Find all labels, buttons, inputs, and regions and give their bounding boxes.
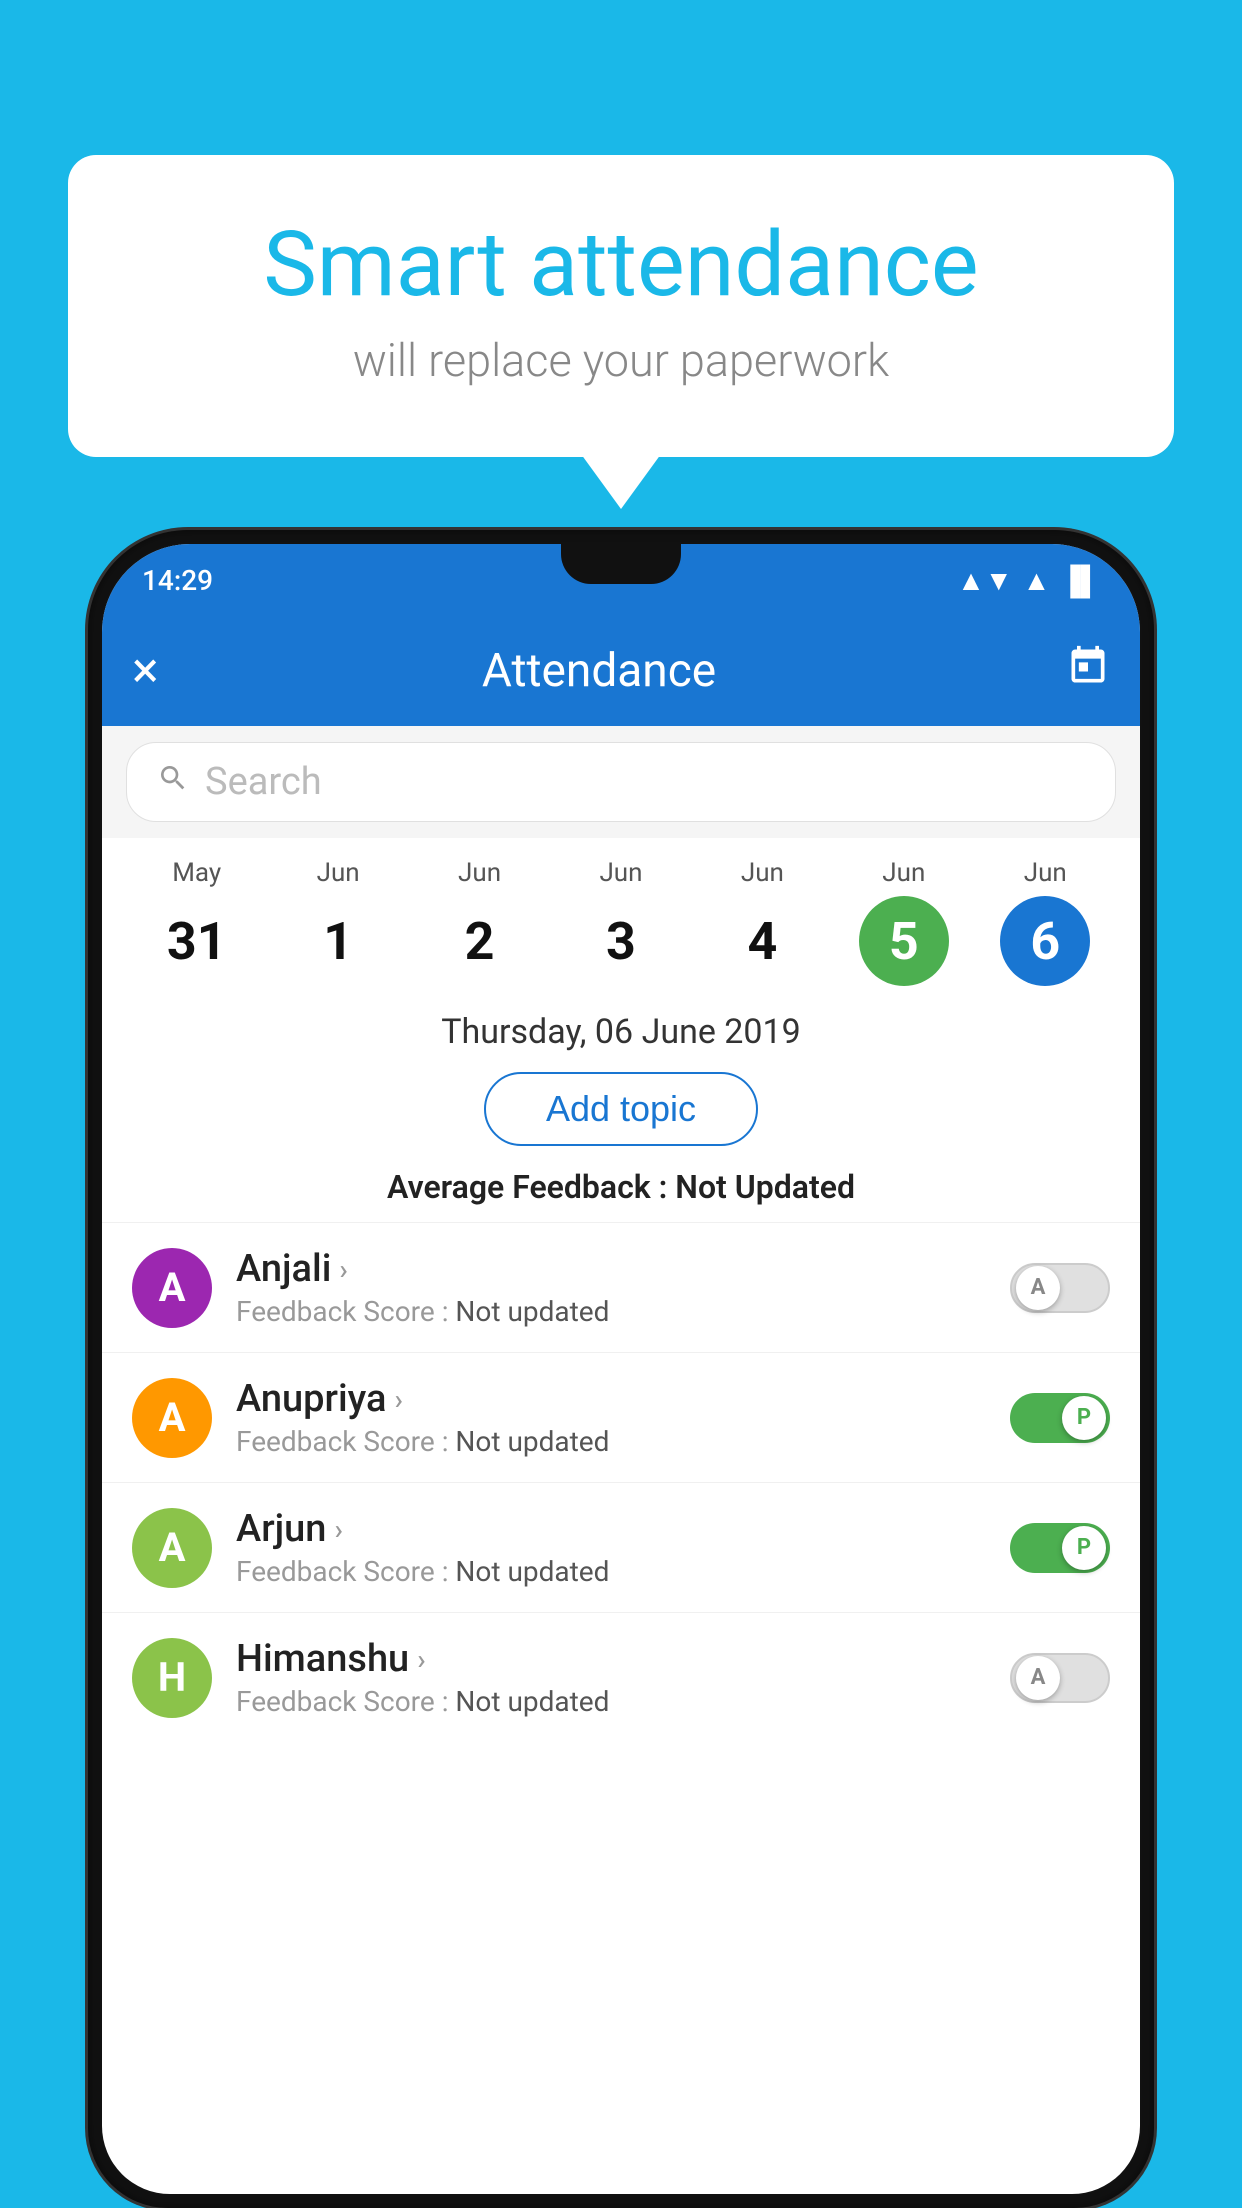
- student-name: Himanshu ›: [236, 1637, 986, 1681]
- add-topic-button[interactable]: Add topic: [484, 1072, 758, 1146]
- day-number-3: 3: [576, 896, 666, 986]
- student-info: Anupriya › Feedback Score : Not updated: [236, 1377, 986, 1458]
- search-input[interactable]: Search: [126, 742, 1116, 822]
- phone-screen: 14:29 ▲▼ ▲ ▐▌ × Attendance: [102, 544, 1140, 2194]
- selected-date-label: Thursday, 06 June 2019: [102, 996, 1140, 1062]
- phone-frame: 14:29 ▲▼ ▲ ▐▌ × Attendance: [88, 530, 1154, 2208]
- day-month-1: Jun: [317, 858, 360, 888]
- bubble-subtitle: will replace your paperwork: [148, 334, 1094, 387]
- search-placeholder: Search: [205, 760, 322, 804]
- feedback-score: Feedback Score : Not updated: [236, 1295, 986, 1328]
- avatar: H: [132, 1638, 212, 1718]
- day-number-5: 5: [859, 896, 949, 986]
- attendance-toggle[interactable]: P: [1010, 1393, 1110, 1443]
- phone-notch: [561, 544, 681, 584]
- status-icons: ▲▼ ▲ ▐▌: [957, 564, 1100, 597]
- bubble-title: Smart attendance: [148, 215, 1094, 314]
- toggle-knob: A: [1016, 1266, 1060, 1310]
- feedback-score: Feedback Score : Not updated: [236, 1685, 986, 1718]
- chevron-right-icon: ›: [334, 1513, 342, 1546]
- calendar-day-4[interactable]: Jun 4: [692, 858, 833, 986]
- student-info: Himanshu › Feedback Score : Not updated: [236, 1637, 986, 1718]
- avg-feedback-label: Average Feedback :: [387, 1168, 667, 1206]
- day-month-3: Jun: [599, 858, 642, 888]
- avatar: A: [132, 1508, 212, 1588]
- battery-icon: ▐▌: [1060, 564, 1100, 597]
- attendance-toggle[interactable]: P: [1010, 1523, 1110, 1573]
- student-name: Anjali ›: [236, 1247, 986, 1291]
- toggle-knob: P: [1062, 1526, 1106, 1570]
- toggle-knob: A: [1016, 1656, 1060, 1700]
- chevron-right-icon: ›: [394, 1383, 402, 1416]
- student-list: A Anjali › Feedback Score : Not updated …: [102, 1222, 1140, 1742]
- chevron-right-icon: ›: [339, 1253, 347, 1286]
- avatar: A: [132, 1378, 212, 1458]
- calendar-day-0[interactable]: May 31: [126, 858, 267, 986]
- add-topic-container: Add topic: [102, 1062, 1140, 1162]
- app-bar: × Attendance: [102, 616, 1140, 726]
- status-time: 14:29: [142, 564, 213, 597]
- day-month-4: Jun: [741, 858, 784, 888]
- avg-feedback-value: Not Updated: [675, 1168, 855, 1206]
- app-title: Attendance: [132, 644, 1066, 698]
- wifi-icon: ▲▼: [957, 564, 1012, 597]
- student-name: Anupriya ›: [236, 1377, 986, 1421]
- calendar-day-5[interactable]: Jun 5: [833, 858, 974, 986]
- student-info: Arjun › Feedback Score : Not updated: [236, 1507, 986, 1588]
- calendar-day-2[interactable]: Jun 2: [409, 858, 550, 986]
- avg-feedback: Average Feedback : Not Updated: [102, 1162, 1140, 1222]
- list-item[interactable]: A Anjali › Feedback Score : Not updated …: [102, 1222, 1140, 1352]
- day-number-1: 1: [293, 896, 383, 986]
- calendar-row: May 31 Jun 1 Jun 2 Jun 3 Jun 4 Jun 5: [102, 838, 1140, 996]
- chevron-right-icon: ›: [417, 1643, 425, 1676]
- calendar-day-6[interactable]: Jun 6: [975, 858, 1116, 986]
- list-item[interactable]: A Arjun › Feedback Score : Not updated P: [102, 1482, 1140, 1612]
- search-icon: [157, 761, 189, 803]
- calendar-day-1[interactable]: Jun 1: [267, 858, 408, 986]
- student-name: Arjun ›: [236, 1507, 986, 1551]
- day-number-4: 4: [717, 896, 807, 986]
- attendance-toggle[interactable]: A: [1010, 1653, 1110, 1703]
- speech-bubble: Smart attendance will replace your paper…: [68, 155, 1174, 457]
- search-bar-container: Search: [102, 726, 1140, 838]
- avatar: A: [132, 1248, 212, 1328]
- list-item[interactable]: A Anupriya › Feedback Score : Not update…: [102, 1352, 1140, 1482]
- feedback-score: Feedback Score : Not updated: [236, 1555, 986, 1588]
- list-item[interactable]: H Himanshu › Feedback Score : Not update…: [102, 1612, 1140, 1742]
- day-month-6: Jun: [1024, 858, 1067, 888]
- day-month-0: May: [172, 858, 221, 888]
- day-number-6: 6: [1000, 896, 1090, 986]
- attendance-toggle[interactable]: A: [1010, 1263, 1110, 1313]
- calendar-day-3[interactable]: Jun 3: [550, 858, 691, 986]
- day-month-5: Jun: [882, 858, 925, 888]
- feedback-score: Feedback Score : Not updated: [236, 1425, 986, 1458]
- toggle-knob: P: [1062, 1396, 1106, 1440]
- signal-icon: ▲: [1023, 564, 1051, 597]
- day-month-2: Jun: [458, 858, 501, 888]
- day-number-2: 2: [435, 896, 525, 986]
- day-number-0: 31: [152, 896, 242, 986]
- student-info: Anjali › Feedback Score : Not updated: [236, 1247, 986, 1328]
- calendar-icon[interactable]: [1066, 644, 1110, 698]
